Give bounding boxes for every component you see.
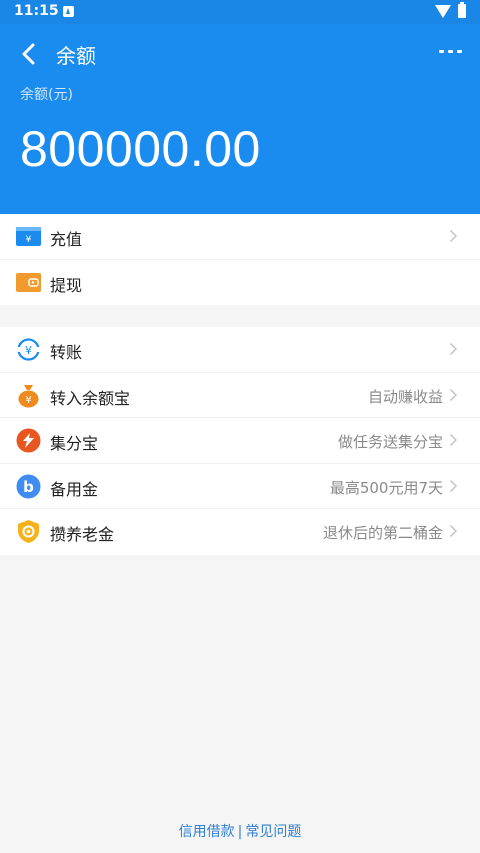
footer-links: 信用借款 | 常见问题 — [0, 821, 480, 841]
list-item-hint: 自动赚收益 — [367, 387, 443, 406]
chevron-right-icon — [449, 433, 458, 447]
pension-shield-icon — [18, 520, 39, 543]
svg-text:b: b — [23, 478, 34, 496]
list-item-jifenbao[interactable]: 集分宝 做任务送集分宝 — [0, 418, 480, 464]
credit-loan-link[interactable]: 信用借款 — [179, 824, 235, 840]
list-item-label: 充值 — [50, 230, 83, 249]
list-item-label: 攒养老金 — [50, 525, 115, 544]
list-item-label: 转账 — [50, 343, 83, 362]
chevron-right-icon — [449, 479, 458, 492]
chevron-right-icon — [449, 524, 458, 538]
chevron-right-icon — [449, 229, 458, 243]
svg-text:¥: ¥ — [26, 235, 32, 245]
transfer-yuan-icon: ¥ — [16, 338, 41, 361]
footer-separator: | — [237, 824, 243, 840]
money-bag-icon: ¥ — [18, 384, 39, 407]
list-item-hint: 做任务送集分宝 — [337, 433, 443, 451]
svg-text:¥: ¥ — [25, 395, 31, 406]
svg-text:¥: ¥ — [25, 344, 32, 357]
back-arrow-icon — [22, 43, 35, 65]
chevron-right-icon — [449, 388, 458, 401]
recharge-card-icon: ¥ — [16, 227, 41, 246]
beiyongjin-icon: b — [16, 474, 41, 498]
list-item-pension[interactable]: 攒养老金 退休后的第二桶金 — [0, 509, 480, 555]
balance-label: 余额(元) — [20, 87, 73, 103]
jifenbao-icon — [16, 428, 41, 453]
list-item-hint: 最高500元用7天 — [329, 478, 443, 497]
list-item-label: 提现 — [50, 275, 83, 295]
funds-group: ¥ 充值 提现 — [0, 214, 480, 305]
chevron-right-icon — [449, 342, 458, 356]
services-group: ¥ 转账 ¥ 转入余额宝 自动赚收益 集分宝 做任务送集分宝 b 备用金 最高5… — [0, 327, 480, 555]
page-title: 余额 — [56, 44, 96, 68]
battery-icon — [458, 2, 466, 18]
list-item-label: 转入余额宝 — [50, 388, 131, 408]
wifi-icon — [435, 5, 451, 18]
list-item-recharge[interactable]: ¥ 充值 — [0, 214, 480, 260]
list-item-beiyongjin[interactable]: b 备用金 最高500元用7天 — [0, 464, 480, 509]
faq-link[interactable]: 常见问题 — [245, 824, 301, 840]
balance-header: 余额 余额(元) 800000.00 — [0, 24, 480, 214]
list-item-label: 集分宝 — [50, 434, 99, 453]
back-button[interactable] — [14, 38, 46, 70]
notification-icon — [63, 6, 74, 17]
status-time: 11:15 — [14, 3, 59, 19]
list-item-transfer[interactable]: ¥ 转账 — [0, 327, 480, 373]
list-item-hint: 退休后的第二桶金 — [322, 524, 443, 542]
status-bar: 11:15 — [0, 0, 480, 24]
balance-amount: 800000.00 — [20, 121, 261, 177]
more-options-button[interactable] — [436, 40, 466, 64]
list-item-label: 备用金 — [50, 479, 99, 499]
list-item-withdraw[interactable]: 提现 — [0, 260, 480, 306]
list-item-yuebao[interactable]: ¥ 转入余额宝 自动赚收益 — [0, 373, 480, 418]
more-dots-icon — [439, 50, 444, 53]
wallet-icon — [16, 272, 41, 292]
